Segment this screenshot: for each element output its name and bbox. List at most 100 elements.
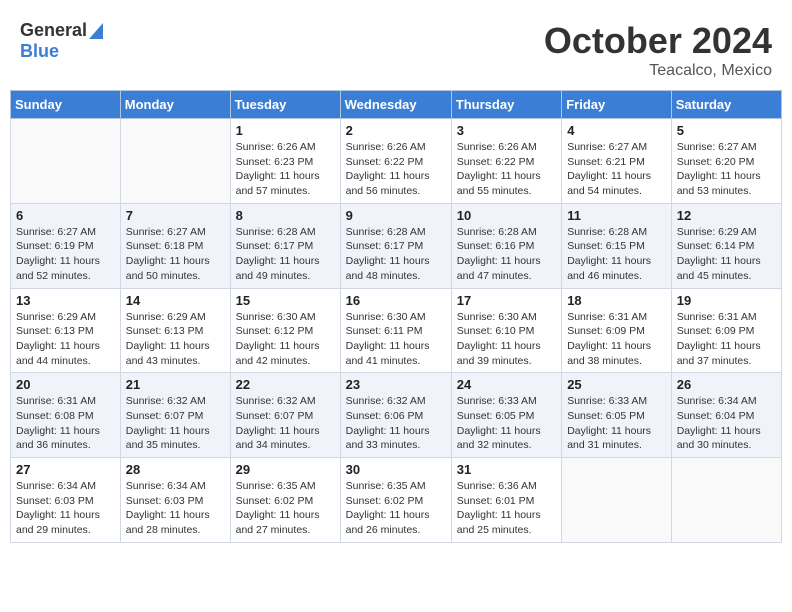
day-info: Sunrise: 6:28 AM Sunset: 6:15 PM Dayligh… bbox=[567, 225, 666, 284]
day-number: 21 bbox=[126, 377, 225, 392]
day-number: 19 bbox=[677, 293, 776, 308]
calendar-cell: 15Sunrise: 6:30 AM Sunset: 6:12 PM Dayli… bbox=[230, 288, 340, 373]
calendar-cell: 13 Sunrise: 6:29 AM Sunset: 6:13 PM Dayli… bbox=[11, 288, 121, 373]
calendar-week-row: 27 Sunrise: 6:34 AM Sunset: 6:03 PM Dayli… bbox=[11, 458, 782, 543]
calendar-cell: 24 Sunrise: 6:33 AM Sunset: 6:05 PM Dayli… bbox=[451, 373, 561, 458]
calendar-cell: 7 Sunrise: 6:27 AM Sunset: 6:18 PM Daylig… bbox=[120, 203, 230, 288]
day-info: Sunrise: 6:27 AM Sunset: 6:21 PM Dayligh… bbox=[567, 140, 666, 199]
day-info: Sunrise: 6:30 AM Sunset: 6:10 PM Dayligh… bbox=[457, 310, 556, 369]
day-number: 6 bbox=[16, 208, 115, 223]
day-number: 24 bbox=[457, 377, 556, 392]
calendar-cell bbox=[11, 119, 121, 204]
day-number: 7 bbox=[126, 208, 225, 223]
day-number: 31 bbox=[457, 462, 556, 477]
day-number: 23 bbox=[346, 377, 446, 392]
day-info: Sunrise: 6:36 AM Sunset: 6:01 PM Dayligh… bbox=[457, 479, 556, 538]
day-info: Sunrise: 6:31 AM Sunset: 6:09 PM Dayligh… bbox=[567, 310, 666, 369]
calendar-cell: 20Sunrise: 6:31 AM Sunset: 6:08 PM Dayli… bbox=[11, 373, 121, 458]
day-info: Sunrise: 6:27 AM Sunset: 6:19 PM Dayligh… bbox=[16, 225, 115, 284]
day-number: 10 bbox=[457, 208, 556, 223]
day-number: 26 bbox=[677, 377, 776, 392]
day-info: Sunrise: 6:33 AM Sunset: 6:05 PM Dayligh… bbox=[457, 394, 556, 453]
day-info: Sunrise: 6:29 AM Sunset: 6:13 PM Dayligh… bbox=[16, 310, 115, 369]
logo: General Blue bbox=[20, 20, 103, 62]
day-of-week-header: Sunday bbox=[11, 91, 121, 119]
day-number: 30 bbox=[346, 462, 446, 477]
location-subtitle: Teacalco, Mexico bbox=[544, 62, 772, 80]
calendar-cell bbox=[671, 458, 781, 543]
day-info: Sunrise: 6:29 AM Sunset: 6:14 PM Dayligh… bbox=[677, 225, 776, 284]
calendar-cell: 17 Sunrise: 6:30 AM Sunset: 6:10 PM Dayli… bbox=[451, 288, 561, 373]
day-number: 16 bbox=[346, 293, 446, 308]
calendar-cell: 22 Sunrise: 6:32 AM Sunset: 6:07 PM Dayli… bbox=[230, 373, 340, 458]
day-number: 13 bbox=[16, 293, 115, 308]
calendar-cell: 31 Sunrise: 6:36 AM Sunset: 6:01 PM Dayli… bbox=[451, 458, 561, 543]
logo-blue: Blue bbox=[20, 41, 59, 61]
calendar-cell: 23 Sunrise: 6:32 AM Sunset: 6:06 PM Dayli… bbox=[340, 373, 451, 458]
day-number: 9 bbox=[346, 208, 446, 223]
day-number: 3 bbox=[457, 123, 556, 138]
calendar-cell: 4 Sunrise: 6:27 AM Sunset: 6:21 PM Daylig… bbox=[562, 119, 672, 204]
day-info: Sunrise: 6:27 AM Sunset: 6:18 PM Dayligh… bbox=[126, 225, 225, 284]
day-info: Sunrise: 6:32 AM Sunset: 6:07 PM Dayligh… bbox=[236, 394, 335, 453]
calendar-cell: 6 Sunrise: 6:27 AM Sunset: 6:19 PM Daylig… bbox=[11, 203, 121, 288]
day-of-week-header: Wednesday bbox=[340, 91, 451, 119]
day-number: 11 bbox=[567, 208, 666, 223]
calendar-cell: 2Sunrise: 6:26 AM Sunset: 6:22 PM Daylig… bbox=[340, 119, 451, 204]
day-number: 4 bbox=[567, 123, 666, 138]
days-of-week-row: SundayMondayTuesdayWednesdayThursdayFrid… bbox=[11, 91, 782, 119]
day-info: Sunrise: 6:26 AM Sunset: 6:22 PM Dayligh… bbox=[457, 140, 556, 199]
day-number: 8 bbox=[236, 208, 335, 223]
calendar-cell: 26Sunrise: 6:34 AM Sunset: 6:04 PM Dayli… bbox=[671, 373, 781, 458]
logo-general: General bbox=[20, 20, 87, 41]
day-info: Sunrise: 6:34 AM Sunset: 6:03 PM Dayligh… bbox=[126, 479, 225, 538]
day-number: 1 bbox=[236, 123, 335, 138]
day-number: 18 bbox=[567, 293, 666, 308]
day-number: 22 bbox=[236, 377, 335, 392]
day-number: 27 bbox=[16, 462, 115, 477]
day-info: Sunrise: 6:31 AM Sunset: 6:08 PM Dayligh… bbox=[16, 394, 115, 453]
day-info: Sunrise: 6:32 AM Sunset: 6:07 PM Dayligh… bbox=[126, 394, 225, 453]
calendar-cell: 14Sunrise: 6:29 AM Sunset: 6:13 PM Dayli… bbox=[120, 288, 230, 373]
month-title: October 2024 bbox=[544, 20, 772, 62]
day-number: 25 bbox=[567, 377, 666, 392]
day-info: Sunrise: 6:33 AM Sunset: 6:05 PM Dayligh… bbox=[567, 394, 666, 453]
day-info: Sunrise: 6:34 AM Sunset: 6:03 PM Dayligh… bbox=[16, 479, 115, 538]
day-number: 15 bbox=[236, 293, 335, 308]
calendar-week-row: 6 Sunrise: 6:27 AM Sunset: 6:19 PM Daylig… bbox=[11, 203, 782, 288]
calendar-cell: 16Sunrise: 6:30 AM Sunset: 6:11 PM Dayli… bbox=[340, 288, 451, 373]
day-number: 28 bbox=[126, 462, 225, 477]
calendar-cell bbox=[120, 119, 230, 204]
day-info: Sunrise: 6:31 AM Sunset: 6:09 PM Dayligh… bbox=[677, 310, 776, 369]
title-area: October 2024 Teacalco, Mexico bbox=[544, 20, 772, 80]
day-info: Sunrise: 6:35 AM Sunset: 6:02 PM Dayligh… bbox=[346, 479, 446, 538]
day-of-week-header: Thursday bbox=[451, 91, 561, 119]
calendar-body: 1 Sunrise: 6:26 AM Sunset: 6:23 PM Daylig… bbox=[11, 119, 782, 543]
calendar-cell: 30 Sunrise: 6:35 AM Sunset: 6:02 PM Dayli… bbox=[340, 458, 451, 543]
day-info: Sunrise: 6:26 AM Sunset: 6:23 PM Dayligh… bbox=[236, 140, 335, 199]
day-info: Sunrise: 6:32 AM Sunset: 6:06 PM Dayligh… bbox=[346, 394, 446, 453]
calendar-cell: 3 Sunrise: 6:26 AM Sunset: 6:22 PM Daylig… bbox=[451, 119, 561, 204]
calendar-cell: 5Sunrise: 6:27 AM Sunset: 6:20 PM Daylig… bbox=[671, 119, 781, 204]
calendar-cell: 29Sunrise: 6:35 AM Sunset: 6:02 PM Dayli… bbox=[230, 458, 340, 543]
day-number: 12 bbox=[677, 208, 776, 223]
calendar-cell: 21 Sunrise: 6:32 AM Sunset: 6:07 PM Dayli… bbox=[120, 373, 230, 458]
calendar-cell: 27 Sunrise: 6:34 AM Sunset: 6:03 PM Dayli… bbox=[11, 458, 121, 543]
day-info: Sunrise: 6:28 AM Sunset: 6:17 PM Dayligh… bbox=[346, 225, 446, 284]
day-info: Sunrise: 6:35 AM Sunset: 6:02 PM Dayligh… bbox=[236, 479, 335, 538]
day-number: 2 bbox=[346, 123, 446, 138]
day-info: Sunrise: 6:29 AM Sunset: 6:13 PM Dayligh… bbox=[126, 310, 225, 369]
calendar-cell: 10 Sunrise: 6:28 AM Sunset: 6:16 PM Dayli… bbox=[451, 203, 561, 288]
day-info: Sunrise: 6:27 AM Sunset: 6:20 PM Dayligh… bbox=[677, 140, 776, 199]
calendar-cell: 11 Sunrise: 6:28 AM Sunset: 6:15 PM Dayli… bbox=[562, 203, 672, 288]
logo-triangle-icon bbox=[89, 23, 103, 39]
calendar-cell: 1 Sunrise: 6:26 AM Sunset: 6:23 PM Daylig… bbox=[230, 119, 340, 204]
calendar-table: SundayMondayTuesdayWednesdayThursdayFrid… bbox=[10, 90, 782, 543]
day-of-week-header: Friday bbox=[562, 91, 672, 119]
calendar-cell: 28 Sunrise: 6:34 AM Sunset: 6:03 PM Dayli… bbox=[120, 458, 230, 543]
calendar-cell: 25 Sunrise: 6:33 AM Sunset: 6:05 PM Dayli… bbox=[562, 373, 672, 458]
calendar-week-row: 1 Sunrise: 6:26 AM Sunset: 6:23 PM Daylig… bbox=[11, 119, 782, 204]
day-info: Sunrise: 6:28 AM Sunset: 6:17 PM Dayligh… bbox=[236, 225, 335, 284]
day-number: 17 bbox=[457, 293, 556, 308]
day-info: Sunrise: 6:28 AM Sunset: 6:16 PM Dayligh… bbox=[457, 225, 556, 284]
